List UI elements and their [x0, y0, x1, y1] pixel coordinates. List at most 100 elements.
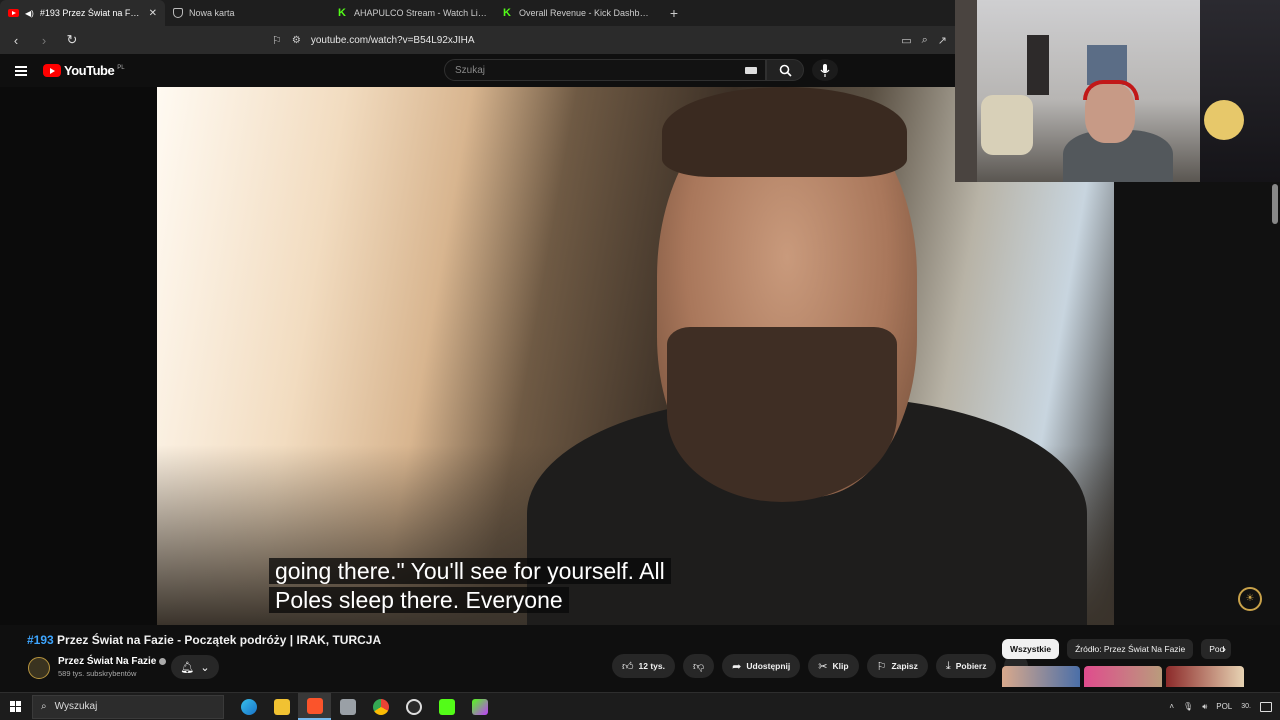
- new-tab-button[interactable]: +: [660, 5, 688, 21]
- headset-icon: [1083, 80, 1139, 100]
- tab-new-tab[interactable]: Nowa karta: [165, 0, 330, 26]
- chip-related[interactable]: Pod: [1201, 639, 1232, 659]
- share-arrow-icon: ➦: [732, 660, 742, 673]
- chevron-right-icon[interactable]: ›: [1222, 642, 1226, 656]
- bookmark-icon[interactable]: ⚐: [272, 34, 282, 47]
- windows-start-icon[interactable]: [10, 701, 21, 712]
- download-button[interactable]: ⤓ Pobierz: [935, 654, 997, 678]
- taskbar-search[interactable]: ⌕ Wyszukaj: [32, 694, 224, 719]
- youtube-logo[interactable]: YouTube PL: [43, 63, 125, 78]
- captions: going there." You'll see for yourself. A…: [269, 557, 699, 615]
- hashtag-link[interactable]: #193: [27, 633, 54, 647]
- tab-title: AHAPULCO Stream - Watch Live on K: [354, 8, 487, 18]
- file-explorer-app[interactable]: [265, 693, 298, 720]
- video-title-text: Przez Świat na Fazie - Początek podróży …: [57, 633, 382, 647]
- tab-kick-dashboard[interactable]: K Overall Revenue - Kick Dashboard: [495, 0, 660, 26]
- webcam-side-panel: [1200, 0, 1280, 182]
- save-label: Zapisz: [891, 661, 918, 671]
- site-info-icon[interactable]: ⚙: [292, 35, 301, 46]
- zoom-icon[interactable]: ⌕: [922, 34, 928, 47]
- edge-app[interactable]: [232, 693, 265, 720]
- edge-icon: [240, 698, 257, 715]
- tab-kick-stream[interactable]: K AHAPULCO Stream - Watch Live on K: [330, 0, 495, 26]
- kick-icon: K: [503, 7, 511, 19]
- taskbar: ⌕ Wyszukaj ˄ 🎙︎ 🔊︎ POL 30.: [0, 692, 1280, 720]
- caption-line-1: going there." You'll see for yourself. A…: [269, 558, 671, 584]
- dislike-button[interactable]: 👎︎: [682, 654, 715, 678]
- tab-youtube-video[interactable]: ◀) #193 Przez Świat na Fazie - P ✕: [0, 0, 165, 26]
- video-title: #193 Przez Świat na Fazie - Początek pod…: [27, 633, 381, 647]
- url-field[interactable]: ⚐ ⚙ youtube.com/watch?v=B54L92xJIHA: [92, 29, 889, 51]
- clip-button[interactable]: ✂ Klip: [808, 654, 859, 678]
- chip-source[interactable]: Źródło: Przez Świat Na Fazie: [1067, 639, 1194, 659]
- chip-all[interactable]: Wszystkie: [1002, 639, 1060, 659]
- thumbnail[interactable]: [1166, 666, 1244, 687]
- notification-bell-button[interactable]: 🔔︎ ⌄: [171, 655, 219, 679]
- taskbar-apps: [232, 693, 496, 720]
- bookmark-icon: ⚐: [876, 660, 887, 673]
- brave-app[interactable]: [298, 693, 331, 720]
- obs-app[interactable]: [397, 693, 430, 720]
- taskbar-search-placeholder: Wyszukaj: [54, 701, 98, 712]
- microphone-icon[interactable]: 🎙︎: [1183, 702, 1193, 711]
- share-icon[interactable]: ↗: [938, 34, 947, 47]
- channel-name-text[interactable]: Przez Świat Na Fazie: [58, 656, 156, 667]
- kick-icon: K: [338, 7, 346, 19]
- download-icon: ⤓: [945, 659, 951, 672]
- volume-icon[interactable]: 🔊︎: [1202, 702, 1207, 712]
- close-icon[interactable]: ✕: [149, 8, 157, 19]
- url-text[interactable]: youtube.com/watch?v=B54L92xJIHA: [311, 35, 475, 46]
- speaker-icon[interactable]: ◀): [25, 9, 34, 18]
- recommendation-chips: Wszystkie Źródło: Przez Świat Na Fazie P…: [1002, 639, 1232, 659]
- thumbnail[interactable]: [1002, 666, 1080, 687]
- person-beard: [667, 327, 897, 502]
- webcam-overlay: [955, 0, 1200, 182]
- language-indicator[interactable]: POL: [1216, 702, 1232, 711]
- tab-title: Nowa karta: [189, 8, 235, 18]
- kick-app[interactable]: [430, 693, 463, 720]
- voice-search-button[interactable]: [812, 59, 838, 81]
- keyboard-icon[interactable]: [745, 67, 757, 74]
- cast-icon[interactable]: ▭: [901, 34, 911, 47]
- channel-watermark-icon[interactable]: ☀: [1238, 587, 1262, 611]
- save-button[interactable]: ⚐ Zapisz: [866, 654, 928, 678]
- scrollbar[interactable]: [1272, 184, 1278, 224]
- youtube-header: YouTube PL Szukaj: [0, 54, 955, 87]
- like-button[interactable]: 👍︎ 12 tys.: [612, 654, 675, 678]
- caption-line-2: Poles sleep there. Everyone: [269, 587, 569, 613]
- search-icon: [779, 64, 792, 77]
- menu-icon[interactable]: [15, 65, 27, 76]
- notification-icon[interactable]: [1260, 701, 1272, 712]
- download-label: Pobierz: [955, 661, 987, 671]
- tab-title: Overall Revenue - Kick Dashboard: [519, 8, 652, 18]
- share-button[interactable]: ➦ Udostępnij: [722, 654, 801, 678]
- channel-avatar[interactable]: [28, 657, 50, 679]
- app-icon: [339, 698, 356, 715]
- channel-name[interactable]: Przez Świat Na Fazie: [58, 656, 167, 667]
- clock[interactable]: 30.: [1241, 702, 1251, 711]
- app-4[interactable]: [331, 693, 364, 720]
- youtube-wordmark: YouTube: [64, 63, 115, 78]
- thumbnail[interactable]: [1084, 666, 1162, 687]
- youtube-play-icon: [43, 64, 61, 77]
- chrome-icon: [372, 698, 389, 715]
- youtube-icon: [8, 9, 19, 17]
- search-placeholder: Szukaj: [455, 64, 486, 76]
- search-input[interactable]: Szukaj: [444, 59, 766, 81]
- reload-icon[interactable]: ↻: [64, 32, 80, 48]
- tab-title: #193 Przez Świat na Fazie - P: [39, 8, 143, 18]
- search-button[interactable]: [766, 59, 804, 81]
- app-icon: [471, 698, 488, 715]
- chevron-up-icon[interactable]: ˄: [1169, 702, 1174, 711]
- back-icon[interactable]: ‹: [8, 33, 24, 48]
- app-8[interactable]: [463, 693, 496, 720]
- search-icon: ⌕: [41, 701, 47, 712]
- forward-icon[interactable]: ›: [36, 33, 52, 48]
- chrome-app[interactable]: [364, 693, 397, 720]
- chevron-down-icon: ⌄: [200, 661, 210, 674]
- tab-strip: ◀) #193 Przez Świat na Fazie - P ✕ Nowa …: [0, 0, 955, 26]
- person-hair: [662, 87, 907, 177]
- microphone-icon: [820, 63, 830, 77]
- region-code: PL: [117, 65, 125, 71]
- like-count: 12 tys.: [638, 661, 665, 671]
